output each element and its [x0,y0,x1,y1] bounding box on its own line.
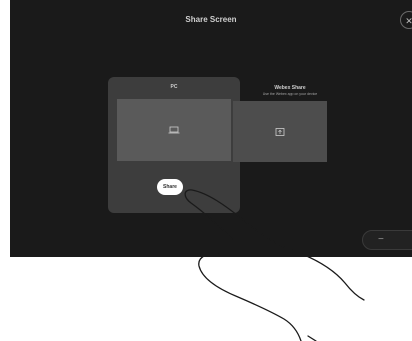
page-title: Share Screen [185,15,237,24]
source-label-pc: PC [170,84,178,90]
share-button[interactable]: Share [157,179,183,195]
close-icon: ✕ [405,16,412,26]
pc-preview [117,99,231,161]
webex-preview [233,101,327,162]
source-label-webex: Webex Share [274,85,306,91]
source-description-webex: Use the Webex app on your device [262,92,318,96]
source-card-webex[interactable]: Webex Share Use the Webex app on your de… [225,80,355,180]
laptop-icon [168,126,180,134]
device-screen: Share Screen ✕ PC Share Webex Share Use … [10,0,412,257]
volume-control: − + [362,230,412,250]
source-card-pc[interactable]: PC Share [108,77,240,213]
webex-share-icon [275,127,285,136]
volume-down-icon[interactable]: − [378,234,384,246]
close-button[interactable]: ✕ [400,11,412,29]
